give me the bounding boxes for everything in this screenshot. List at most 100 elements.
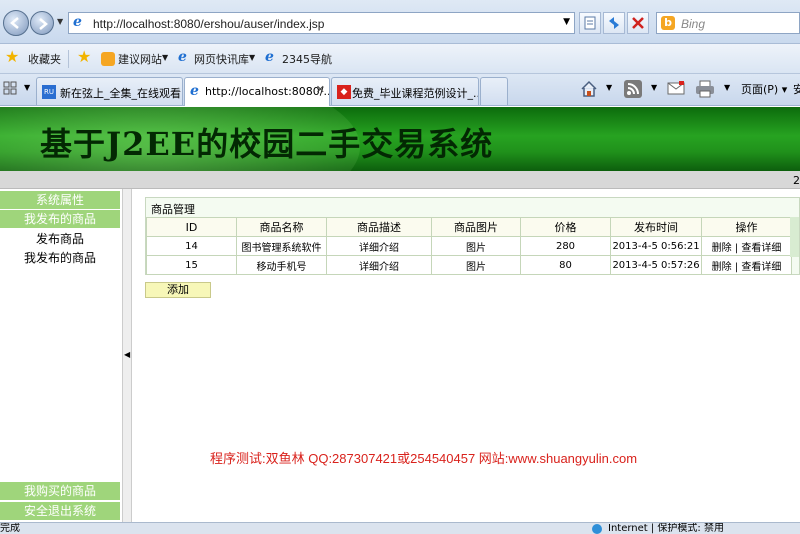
table-row: 14 图书管理系统软件 详细介绍 图片 280 2013-4-5 0:56:21…: [146, 236, 792, 256]
page-menu-button[interactable]: 页面(P) ▾: [741, 81, 787, 97]
column-header-description: 商品描述: [326, 217, 432, 237]
forward-button[interactable]: [30, 11, 54, 35]
main-content: 商品管理 ID 商品名称 商品描述 商品图片 价格 发布时间 操作 14 图书管…: [133, 189, 800, 522]
collapse-left-icon[interactable]: ◀: [124, 350, 130, 359]
column-header-price: 价格: [520, 217, 611, 237]
tab-label: http://localhost:8080/...: [205, 85, 330, 98]
favorites-item-webslice[interactable]: 网页快讯库: [194, 51, 249, 67]
chevron-down-icon[interactable]: ▼: [162, 53, 168, 62]
tab-1[interactable]: RU 新在弦上_全集_在线观看 -...: [36, 77, 183, 105]
forward-arrow-icon: [39, 18, 48, 30]
sidebar-item-publish[interactable]: 发布商品: [0, 230, 120, 247]
page-menu-label: 页面(P): [741, 83, 779, 96]
product-table: ID 商品名称 商品描述 商品图片 价格 发布时间 操作 14 图书管理系统软件…: [146, 217, 792, 275]
refresh-button[interactable]: [603, 12, 625, 34]
close-tab-icon[interactable]: ✕: [316, 83, 325, 96]
refresh-icon: [609, 17, 619, 29]
printer-icon[interactable]: [695, 80, 715, 98]
view-detail-link[interactable]: 查看详细: [741, 262, 781, 273]
url-text[interactable]: http://localhost:8080/ershou/auser/index…: [93, 17, 324, 31]
cell-time: 2013-4-5 0:57:26: [610, 255, 702, 275]
history-dropdown-icon[interactable]: ▼: [57, 17, 63, 26]
bing-icon: b: [661, 16, 675, 30]
cell-name: 移动手机号: [236, 255, 327, 275]
info-strip: 2: [0, 171, 800, 189]
column-header-image: 商品图片: [431, 217, 521, 237]
tab-list-dropdown-icon[interactable]: ▼: [24, 83, 30, 92]
cell-image-link[interactable]: 图片: [431, 255, 521, 275]
column-header-time: 发布时间: [610, 217, 702, 237]
home-icon[interactable]: [580, 80, 598, 98]
sidebar-section-system[interactable]: 系统属性: [0, 191, 120, 209]
add-button[interactable]: 添加: [145, 282, 211, 298]
tab-3[interactable]: ◆ 免费_毕业课程范例设计_...: [331, 77, 479, 105]
new-tab-button[interactable]: [480, 77, 508, 105]
add-favorite-icon[interactable]: ★: [77, 47, 91, 66]
mail-icon[interactable]: [667, 81, 685, 95]
chevron-down-icon[interactable]: ▼: [651, 83, 657, 92]
favorites-button[interactable]: 收藏夹: [28, 51, 61, 67]
product-management-panel: 商品管理 ID 商品名称 商品描述 商品图片 价格 发布时间 操作 14 图书管…: [145, 197, 800, 275]
favorites-item-2345[interactable]: 2345导航: [282, 51, 332, 67]
sidebar-item-my-published[interactable]: 我发布的商品: [0, 249, 120, 266]
panel-title: 商品管理: [151, 203, 195, 216]
cell-time: 2013-4-5 0:56:21: [610, 236, 702, 256]
close-icon: [632, 17, 644, 29]
safety-menu-button[interactable]: 安: [793, 81, 800, 97]
address-toolbar: ▼ e http://localhost:8080/ershou/auser/i…: [0, 0, 800, 44]
site-favicon-icon: RU: [42, 85, 56, 99]
compatibility-icon: [584, 16, 596, 30]
cell-description-link[interactable]: 详细介绍: [326, 236, 432, 256]
cell-price: 280: [520, 236, 611, 256]
globe-icon: [592, 524, 602, 534]
cell-price: 80: [520, 255, 611, 275]
ie-page-icon: e: [73, 14, 82, 30]
site-banner: 基于J2EE的校园二手交易系统: [0, 107, 800, 171]
back-button[interactable]: [3, 10, 29, 36]
banner-title: 基于J2EE的校园二手交易系统: [40, 125, 494, 163]
chevron-down-icon[interactable]: ▼: [606, 83, 612, 92]
sidebar-section-bought[interactable]: 我购买的商品: [0, 482, 120, 500]
tab-label: 新在弦上_全集_在线观看 -...: [60, 87, 182, 100]
cell-name: 图书管理系统软件: [236, 236, 327, 256]
rss-feed-icon[interactable]: [624, 80, 642, 98]
security-zone-text[interactable]: Internet | 保护模式: 禁用: [608, 523, 724, 534]
tab-bar: ▼ RU 新在弦上_全集_在线观看 -... e http://localhos…: [0, 74, 800, 106]
cell-actions: 删除 | 查看详细: [701, 255, 792, 275]
tab-label: 免费_毕业课程范例设计_...: [352, 87, 479, 100]
divider: [68, 50, 69, 68]
sidebar-splitter[interactable]: ◀: [122, 189, 132, 522]
favorites-bar: ★ 收藏夹 ★ 建议网站 ▼ e 网页快讯库 ▼ e 2345导航: [0, 44, 800, 74]
address-bar[interactable]: e http://localhost:8080/ershou/auser/ind…: [68, 12, 575, 34]
ie-link-icon: e: [265, 49, 274, 65]
sidebar-section-logout[interactable]: 安全退出系统: [0, 502, 120, 520]
status-text: 完成: [0, 523, 20, 534]
cell-image-link[interactable]: 图片: [431, 236, 521, 256]
view-detail-link[interactable]: 查看详细: [741, 243, 781, 254]
stop-button[interactable]: [627, 12, 649, 34]
favorites-star-icon[interactable]: ★: [5, 47, 19, 66]
status-bar: 完成 Internet | 保护模式: 禁用: [0, 522, 800, 534]
sidebar: 系统属性 我发布的商品 发布商品 我发布的商品 我购买的商品 安全退出系统: [0, 189, 122, 522]
sidebar-section-my-items[interactable]: 我发布的商品: [0, 210, 120, 228]
compatibility-view-button[interactable]: [579, 12, 601, 34]
tab-2-active[interactable]: e http://localhost:8080/... ✕: [184, 77, 330, 106]
info-strip-text: 2: [793, 174, 800, 187]
chevron-down-icon[interactable]: ▼: [724, 83, 730, 92]
column-header-actions: 操作: [701, 217, 792, 237]
cell-description-link[interactable]: 详细介绍: [326, 255, 432, 275]
chevron-down-icon[interactable]: ▼: [249, 53, 255, 62]
table-header-row: ID 商品名称 商品描述 商品图片 价格 发布时间 操作: [146, 217, 792, 237]
favorites-item-suggested[interactable]: 建议网站: [118, 51, 162, 67]
cell-id: 14: [146, 236, 237, 256]
footer-note: 程序测试:双鱼林 QQ:287307421或254540457 网站:www.s…: [210, 451, 638, 466]
delete-link[interactable]: 删除: [712, 262, 732, 273]
ie-page-icon: e: [190, 83, 199, 99]
cell-actions: 删除 | 查看详细: [701, 236, 792, 256]
search-box[interactable]: b Bing: [656, 12, 800, 34]
panel-scrollbar[interactable]: [790, 217, 799, 257]
suggested-sites-icon: [101, 52, 115, 66]
table-row: 15 移动手机号 详细介绍 图片 80 2013-4-5 0:57:26 删除 …: [146, 255, 792, 275]
delete-link[interactable]: 删除: [712, 243, 732, 254]
chevron-down-icon[interactable]: ▼: [563, 17, 570, 27]
